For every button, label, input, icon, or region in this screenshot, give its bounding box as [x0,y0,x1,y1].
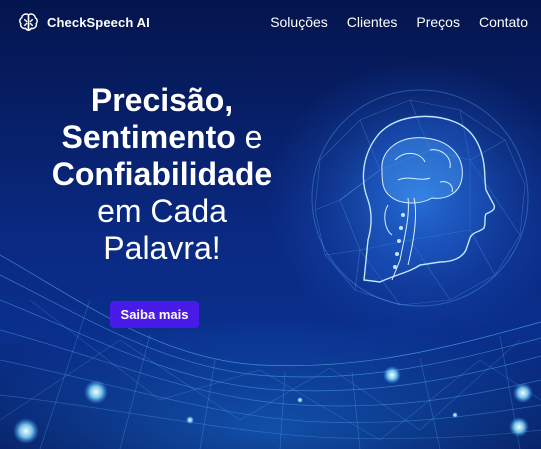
brain-icon [19,13,38,31]
heading-word-confiabilidade: Confiabilidade [51,156,273,192]
nav-link-clientes[interactable]: Clientes [347,14,398,30]
heading-line-precisao: Precisão, [90,82,234,118]
heading-line-palavra: Palavra! [103,230,221,266]
navbar: CheckSpeech AI Soluções Clientes Preços … [0,0,541,46]
nav-link-precos[interactable]: Preços [416,14,460,30]
hero-heading: Precisão, Sentimento e Confiabilidade em… [12,82,312,267]
heading-word-sentimento: Sentimento [61,119,236,155]
nav-link-solucoes[interactable]: Soluções [270,14,328,30]
nav-link-contato[interactable]: Contato [479,14,528,30]
brand-name: CheckSpeech AI [47,15,150,30]
heading-word-e: e [235,119,263,155]
nav-menu: Soluções Clientes Preços Contato [270,14,528,30]
heading-line-em-cada: em Cada [97,193,227,229]
saiba-mais-button[interactable]: Saiba mais [110,301,199,328]
brand-link[interactable]: CheckSpeech AI [17,11,150,34]
landing-page: CheckSpeech AI Soluções Clientes Preços … [0,0,541,449]
